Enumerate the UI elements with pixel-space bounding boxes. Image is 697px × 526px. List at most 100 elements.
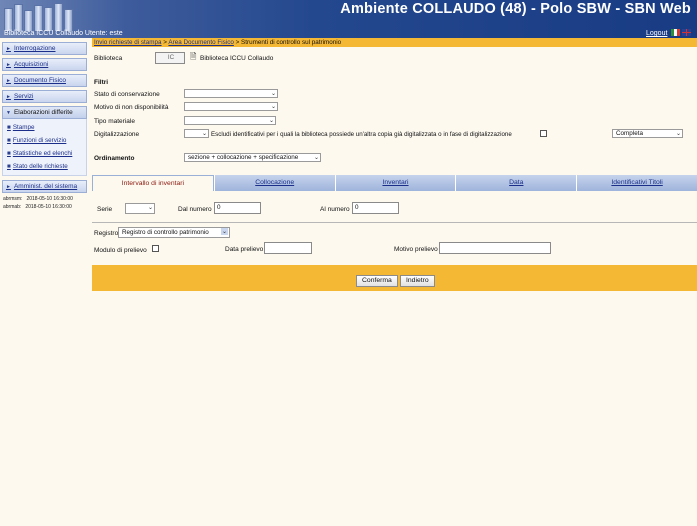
action-bar: Conferma Indietro [92,265,697,291]
motivo-prelievo-input[interactable] [439,242,551,254]
chevron-down-icon: ⌄ [313,155,319,161]
modulo-prelievo-checkbox[interactable] [152,245,159,252]
sidebar-item-servizi[interactable]: ► Servizi [2,90,87,103]
serie-select[interactable]: ⌄ [125,203,155,214]
arrow-down-icon: ▼ [6,109,11,116]
bullet-icon: ■ [7,150,11,157]
logo-books-image [2,2,76,32]
sidebar-item-label: Interrogazione [13,45,56,52]
ordinamento-value: sezione + collocazione + specificazione [188,154,299,161]
sidebar-item-label: Servizi [13,93,34,100]
completa-value: Completa [616,130,643,137]
motivo-non-disponibilita-select[interactable]: ⌄ [184,102,278,111]
sidebar-subitem-stato-delle-richieste[interactable]: ■ Stato delle richieste [2,160,87,176]
sidebar-item-label: Elaborazioni differite [13,109,73,116]
biblioteca-label: Biblioteca [94,55,123,62]
registro-label: Registro [94,230,119,237]
chevron-down-icon: ⌄ [268,118,274,124]
completa-select[interactable]: Completa ⌄ [612,129,683,138]
stato-conservazione-label: Stato di conservazione [94,91,160,98]
breadcrumb-link-invio[interactable]: Invio richieste di stampa [94,39,162,46]
sidebar-subitem-stampe[interactable]: ■ Stampe [2,119,87,134]
tipo-materiale-select[interactable]: ⌄ [184,116,276,125]
arrow-right-icon: ► [6,45,11,52]
page-title: Ambiente COLLAUDO (48) - Polo SBW - SBN … [340,1,691,17]
ordinamento-label: Ordinamento [94,155,135,162]
user-info: Biblioteca ICCU Collaudo Utente: este [4,30,123,37]
sidebar-subitem-label: Stato delle richieste [12,163,68,170]
sidebar-subitem-statistiche-ed-elenchi[interactable]: ■ Statistiche ed elenchi [2,147,87,160]
tab-inventari[interactable]: Inventari [334,175,456,191]
biblioteca-name: Biblioteca ICCU Collaudo [200,55,274,62]
al-numero-label: Al numero [320,206,350,213]
motivo-non-disponibilita-label: Motivo di non disponibilità [94,104,169,111]
log-key: abrmab: [3,204,22,210]
log-value: 2018-05-10 16:30:00 [25,204,72,210]
conferma-button[interactable]: Conferma [356,275,398,287]
sidebar-subitem-label: Statistiche ed elenchi [12,150,73,157]
breadcrumb: Invio richieste di stampa > Area Documen… [92,38,697,47]
uk-flag-icon[interactable] [682,29,691,36]
sidebar-item-label: Documento Fisico [13,77,66,84]
main-content: Invio richieste di stampa > Area Documen… [92,38,697,526]
app-header: Ambiente COLLAUDO (48) - Polo SBW - SBN … [0,0,697,38]
sidebar-item-label: Acquisizioni [13,61,49,68]
logout-link[interactable]: Logout [646,30,667,37]
arrow-right-icon: ► [6,93,11,100]
tab-collocazione[interactable]: Collocazione [213,175,335,191]
chevron-down-icon: ⌄ [147,205,153,211]
chevron-down-icon: ⌄ [201,131,207,137]
log-value: 2018-05-10 16:30:00 [26,196,73,202]
arrow-right-icon: ► [6,77,11,84]
motivo-prelievo-label: Motivo prelievo [394,246,438,253]
indietro-button[interactable]: Indietro [400,275,435,287]
digitalizzazione-select[interactable]: ⌄ [184,129,209,138]
tab-intervallo-di-inventari[interactable]: Intervallo di inventari [92,175,214,191]
escludi-checkbox[interactable] [540,130,547,137]
al-numero-input[interactable]: 0 [352,202,399,214]
tab-data[interactable]: Data [455,175,577,191]
bullet-icon: ■ [7,163,11,170]
log-key: abrmsm: [3,196,23,202]
sidebar-subitem-funzioni-di-servizio[interactable]: ■ Funzioni di servizio [2,134,87,147]
data-prelievo-input[interactable] [264,242,312,254]
sidebar-subitem-label: Funzioni di servizio [12,137,67,144]
language-flags [671,29,691,38]
sidebar-item-acquisizioni[interactable]: ► Acquisizioni [2,58,87,71]
divider [92,222,697,223]
breadcrumb-current: Strumenti di controllo sul patrimonio [241,39,342,46]
sidebar-item-documento-fisico[interactable]: ► Documento Fisico [2,74,87,87]
tipo-materiale-label: Tipo materiale [94,118,135,125]
sidebar-item-amministrazione-sistema[interactable]: ► Amminist. del sistema [2,180,87,193]
tab-identificativi-titoli[interactable]: Identificativi Titoli [576,175,697,191]
arrow-right-icon: ► [6,61,11,68]
sidebar-subitem-label: Stampe [12,124,35,131]
it-flag-icon[interactable] [671,29,680,36]
arrow-right-icon: ► [6,183,11,190]
dal-numero-label: Dal numero [178,206,212,213]
chevron-down-icon: ⌄ [220,228,228,235]
biblioteca-code-field[interactable]: IC [155,52,185,64]
sidebar-item-interrogazione[interactable]: ► Interrogazione [2,42,87,55]
chevron-down-icon: ⌄ [675,131,681,137]
chevron-down-icon: ⌄ [270,104,276,110]
bullet-icon: ■ [7,137,11,144]
registro-value: Registro di controllo patrimonio [122,229,209,236]
sidebar-item-elaborazioni-differite[interactable]: ▼ Elaborazioni differite [2,106,87,119]
digitalizzazione-label: Digitalizzazione [94,131,140,138]
sidebar: ► Interrogazione ► Acquisizioni ► Documento… [0,38,88,210]
dal-numero-input[interactable]: 0 [214,202,261,214]
stato-conservazione-select[interactable]: ⌄ [184,89,278,98]
data-prelievo-label: Data prelievo [225,246,264,253]
modulo-prelievo-label: Modulo di prelievo [94,247,147,254]
chevron-down-icon: ⌄ [270,91,276,97]
breadcrumb-link-area[interactable]: Area Documento Fisico [168,39,233,46]
registro-select[interactable]: Registro di controllo patrimonio ⌄ [118,227,230,238]
log-entry: abrmsm: 2018-05-10 16:30:00 [3,196,88,202]
document-icon[interactable]: 🗎 [190,51,196,65]
breadcrumb-separator: > [233,39,242,46]
filtri-heading: Filtri [94,79,109,86]
escludi-label: Escludi identificativi per i quali la bi… [211,131,512,138]
serie-label: Serie [97,206,113,213]
ordinamento-select[interactable]: sezione + collocazione + specificazione ⌄ [184,153,321,162]
